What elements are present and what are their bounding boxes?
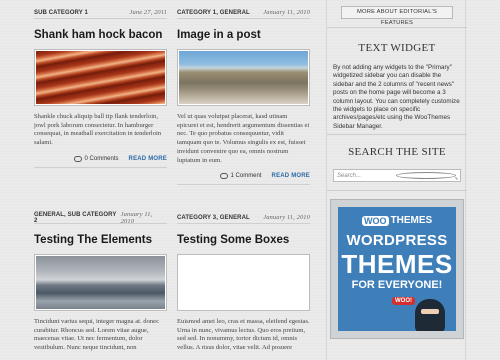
woothemes-logo: WOO THEMES [362,215,432,226]
post-category[interactable]: GENERAL, SUB CATEGORY 2 [34,212,121,224]
post-thumbnail[interactable] [177,49,310,106]
search-widget-title: SEARCH THE SITE [348,146,446,158]
post-meta: CATEGORY 1, GENERAL January 11, 2010 [177,7,310,19]
sidebar: MORE ABOUT EDITORIAL'S FEATURES TEXT WID… [326,0,467,360]
divider [327,27,467,28]
logo-text: THEMES [390,215,433,226]
comments-link[interactable]: 0 Comments [73,155,119,162]
woothemes-ad-banner[interactable]: WOO THEMES WORDPRESS THEMES FOR EVERYONE… [330,199,464,339]
comments-count: 1 Comment [230,173,262,180]
post-category[interactable]: CATEGORY 3, GENERAL [177,215,250,221]
post-title[interactable]: Testing The Elements [34,234,167,247]
post-card: SUB CATEGORY 1 June 27, 2011 Shank ham h… [34,7,167,168]
post-date: January 11, 2010 [263,214,310,221]
bacon-image [36,51,165,104]
divider [327,190,467,191]
post-card: GENERAL, SUB CATEGORY 2 January 11, 2010… [34,210,167,353]
read-more-link[interactable]: READ MORE [129,156,167,162]
post-footer: 1 Comment READ MORE [177,173,310,186]
post-excerpt: Shankle chuck aliquip ball tip flank ten… [34,113,162,147]
comment-icon [219,173,228,180]
post-excerpt: Tincidunt varius sequi, integer magna at… [34,318,160,352]
ninja-mascot-icon [415,299,445,331]
ad-headline-2: THEMES [341,249,453,279]
post-category[interactable]: SUB CATEGORY 1 [34,10,88,16]
post-thumbnail[interactable] [34,49,167,106]
comments-link[interactable]: 1 Comment [219,173,262,180]
post-thumbnail[interactable] [177,254,310,311]
post-meta: GENERAL, SUB CATEGORY 2 January 11, 2010 [34,210,167,225]
ad-speech-bubble: WOO! [392,297,415,305]
post-category[interactable]: CATEGORY 1, GENERAL [177,10,250,16]
post-date: June 27, 2011 [129,9,167,16]
post-excerpt: Vel ut quas volutpat placerat, kasd utin… [177,113,310,164]
post-date: January 11, 2010 [120,210,153,225]
logo-badge: WOO [362,215,389,226]
search-input[interactable]: Search... [333,169,461,182]
post-title[interactable]: Image in a post [177,29,310,42]
ad-tagline: FOR EVERYONE! [351,279,443,291]
post-card: CATEGORY 3, GENERAL January 11, 2010 Tes… [177,212,310,353]
post-excerpt: Euismod amet leo, cras et massa, eleifen… [177,318,310,352]
airport-image [36,256,165,309]
ad-headline-1: WORDPRESS [346,232,448,249]
post-date: January 11, 2010 [263,9,310,16]
post-thumbnail[interactable] [34,254,167,311]
search-icon[interactable] [395,172,456,179]
comments-count: 0 Comments [84,155,119,162]
post-footer: 0 Comments READ MORE [34,155,167,168]
divider [327,134,467,135]
post-meta: CATEGORY 3, GENERAL January 11, 2010 [177,212,310,224]
ad-image: WOO THEMES WORDPRESS THEMES FOR EVERYONE… [338,207,456,331]
post-card: CATEGORY 1, GENERAL January 11, 2010 Ima… [177,7,310,186]
aerial-coast-image [179,51,308,104]
comment-icon [73,155,82,162]
read-more-link[interactable]: READ MORE [272,173,310,179]
features-button[interactable]: MORE ABOUT EDITORIAL'S FEATURES [341,6,453,26]
text-widget-body: By not adding any widgets to the "Primar… [333,64,460,130]
search-placeholder: Search... [337,172,362,179]
vineyard-image [179,256,308,309]
text-widget-title: TEXT WIDGET [358,42,436,54]
post-meta: SUB CATEGORY 1 June 27, 2011 [34,7,167,19]
post-title[interactable]: Shank ham hock bacon [34,29,167,42]
post-title[interactable]: Testing Some Boxes [177,234,310,247]
